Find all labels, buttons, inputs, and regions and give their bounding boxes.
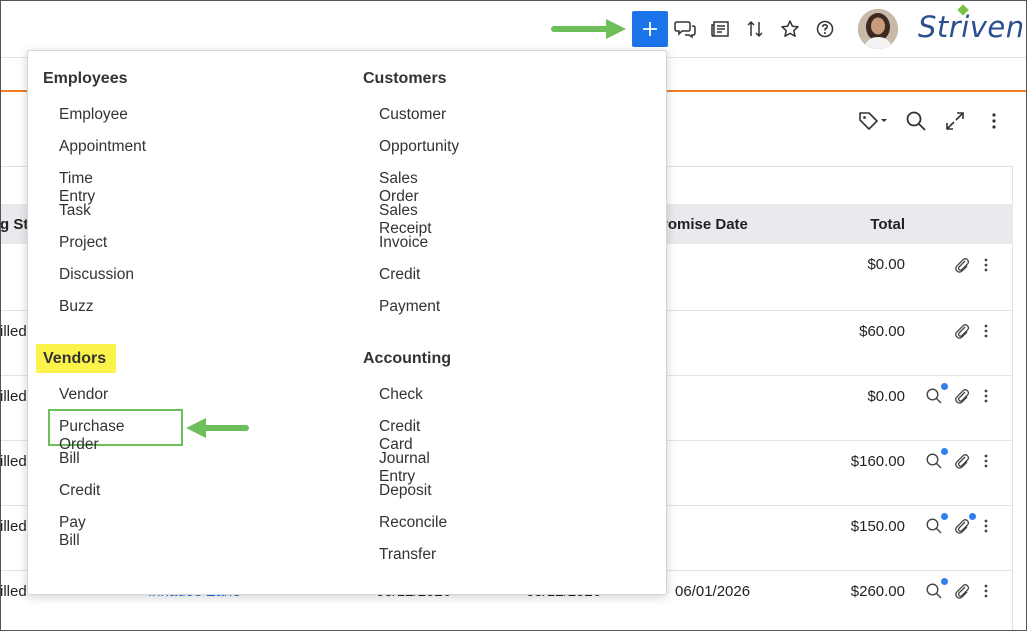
menu-item-task[interactable]: Task (59, 202, 91, 220)
notification-dot (941, 448, 948, 455)
row-total: $60.00 (859, 323, 905, 340)
menu-item-invoice[interactable]: Invoice (379, 234, 428, 252)
notification-dot (941, 513, 948, 520)
menu-item-project[interactable]: Project (59, 234, 107, 252)
brand-logo: Striven (918, 10, 1025, 44)
menu-item-appointment[interactable]: Appointment (59, 138, 146, 156)
row-total: $150.00 (850, 518, 905, 535)
row-more-icon[interactable] (981, 516, 991, 536)
row-more-icon[interactable] (981, 386, 991, 406)
preview-search-icon[interactable] (924, 386, 944, 406)
menu-item-discussion[interactable]: Discussion (59, 266, 134, 284)
attachment-icon[interactable] (952, 321, 972, 341)
row-status: illed (0, 453, 27, 470)
menu-item-vendor-credit[interactable]: Credit (59, 482, 100, 500)
menu-item-journal-entry[interactable]: Journal Entry (379, 450, 430, 486)
column-header-status[interactable]: g St (0, 216, 28, 233)
menu-heading-customers: Customers (363, 70, 447, 87)
menu-item-customer[interactable]: Customer (379, 106, 446, 124)
notification-dot (969, 513, 976, 520)
attachment-icon[interactable] (952, 386, 972, 406)
arrow-pointing-purchase-order-icon (186, 418, 249, 438)
row-more-icon[interactable] (981, 321, 991, 341)
menu-item-sales-order[interactable]: Sales Order (379, 170, 419, 206)
preview-search-icon[interactable] (924, 581, 944, 601)
menu-item-employee[interactable]: Employee (59, 106, 128, 124)
tag-dropdown-button[interactable] (858, 108, 890, 134)
row-status: illed (0, 583, 27, 600)
create-new-menu (27, 50, 667, 595)
expand-icon[interactable] (942, 108, 968, 134)
sort-icon[interactable] (743, 17, 767, 41)
menu-item-transfer[interactable]: Transfer (379, 546, 436, 564)
row-status: illed (0, 323, 27, 340)
menu-item-reconcile[interactable]: Reconcile (379, 514, 447, 532)
menu-item-pay-bill[interactable]: Pay Bill (59, 514, 86, 550)
chat-icon[interactable] (673, 17, 697, 41)
attachment-icon[interactable] (952, 581, 972, 601)
help-icon[interactable] (813, 17, 837, 41)
row-status: illed (0, 518, 27, 535)
menu-item-purchase-order[interactable]: Purchase Order (59, 418, 124, 454)
menu-item-opportunity[interactable]: Opportunity (379, 138, 459, 156)
menu-item-payment[interactable]: Payment (379, 298, 440, 316)
row-total: $0.00 (867, 256, 905, 273)
row-total: $0.00 (867, 388, 905, 405)
attachment-icon[interactable] (952, 516, 972, 536)
attachment-icon[interactable] (952, 451, 972, 471)
menu-item-vendor[interactable]: Vendor (59, 386, 108, 404)
menu-item-credit-card[interactable]: Credit Card (379, 418, 420, 454)
notification-dot (941, 578, 948, 585)
preview-search-icon[interactable] (924, 451, 944, 471)
preview-search-icon[interactable] (924, 516, 944, 536)
menu-item-bill[interactable]: Bill (59, 450, 80, 468)
menu-item-time-entry[interactable]: Time Entry (59, 170, 95, 206)
arrow-pointing-plus-icon (551, 19, 626, 39)
row-status: illed (0, 388, 27, 405)
menu-item-buzz[interactable]: Buzz (59, 298, 93, 316)
row-more-icon[interactable] (981, 451, 991, 471)
more-icon[interactable] (981, 108, 1007, 134)
menu-item-deposit[interactable]: Deposit (379, 482, 432, 500)
menu-item-check[interactable]: Check (379, 386, 423, 404)
search-icon[interactable] (903, 108, 929, 134)
menu-item-sales-receipt[interactable]: Sales Receipt (379, 202, 432, 238)
row-more-icon[interactable] (981, 255, 991, 275)
tag-icon (859, 112, 887, 130)
row-promise-date: 06/01/2026 (675, 583, 751, 600)
attachment-icon[interactable] (952, 255, 972, 275)
user-avatar[interactable] (858, 9, 898, 49)
menu-heading-employees: Employees (43, 70, 128, 87)
star-icon[interactable] (778, 17, 802, 41)
notification-dot (941, 383, 948, 390)
plus-icon (643, 22, 657, 36)
menu-heading-accounting: Accounting (363, 350, 451, 367)
column-header-total[interactable]: Total (805, 216, 905, 233)
row-total: $260.00 (850, 583, 905, 600)
news-icon[interactable] (708, 17, 732, 41)
menu-item-customer-credit[interactable]: Credit (379, 266, 420, 284)
menu-heading-vendors: Vendors (43, 350, 107, 367)
create-new-button[interactable] (632, 11, 668, 47)
row-total: $160.00 (850, 453, 905, 470)
row-more-icon[interactable] (981, 581, 991, 601)
column-header-promise-date[interactable]: romise Date (662, 216, 748, 233)
